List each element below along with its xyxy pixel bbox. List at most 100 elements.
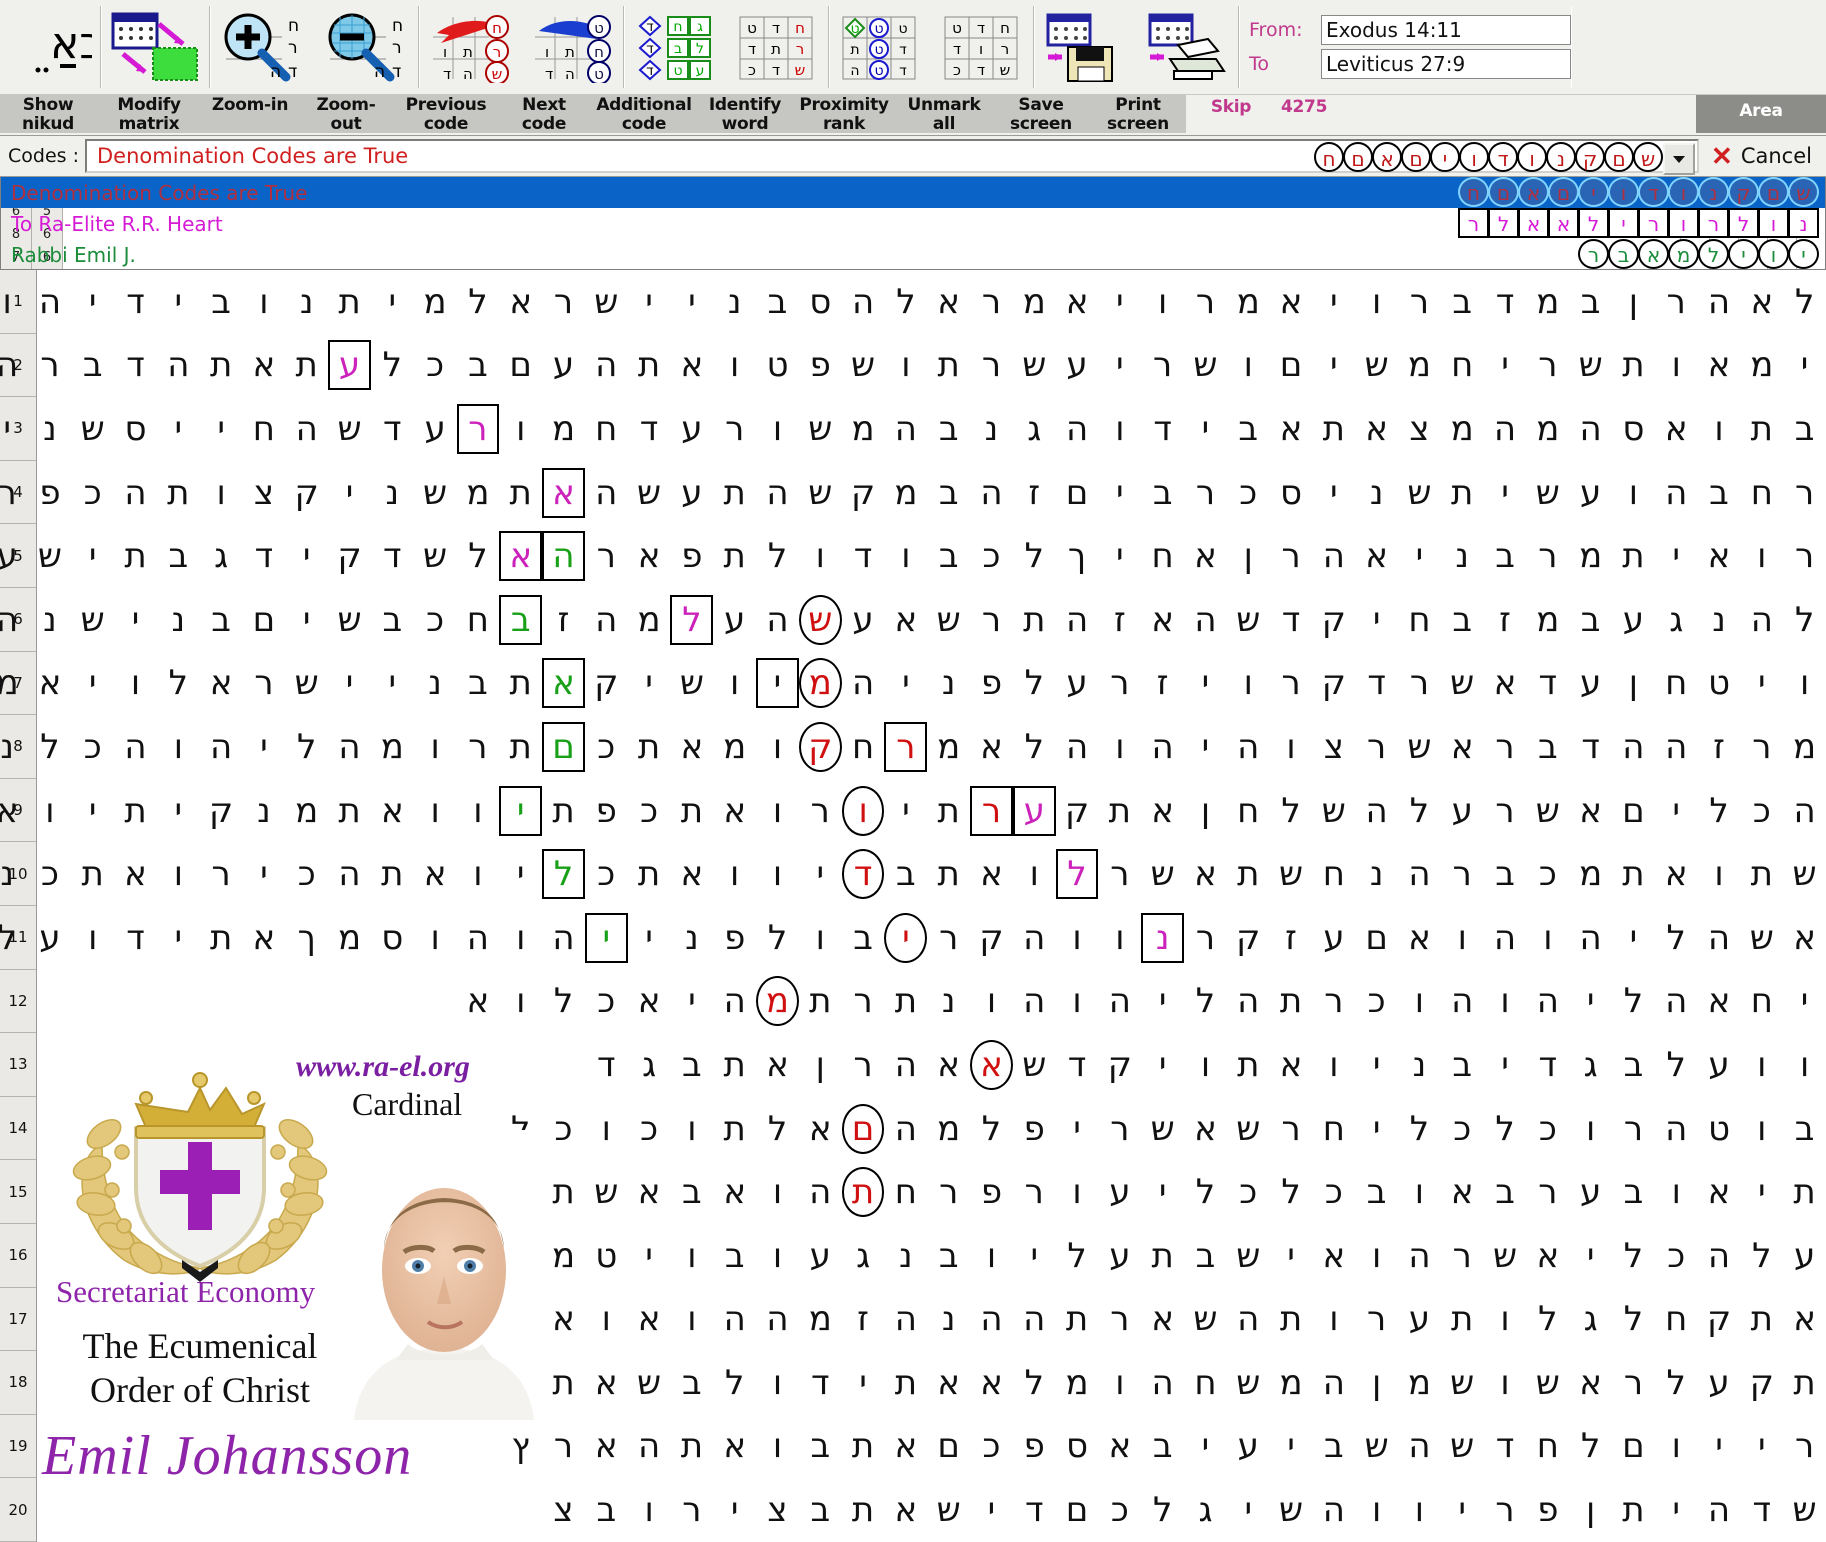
matrix-letter-cell[interactable]: ר bbox=[1484, 1482, 1527, 1538]
label-previous-code[interactable]: Previous code bbox=[394, 95, 498, 134]
matrix-letter-cell[interactable]: ת bbox=[1227, 846, 1270, 902]
matrix-letter-cell[interactable]: מ bbox=[285, 783, 328, 839]
matrix-letter-cell[interactable]: י bbox=[884, 783, 927, 839]
matrix-letter-cell[interactable]: ת bbox=[200, 337, 243, 393]
to-input[interactable]: Leviticus 27:9 bbox=[1321, 49, 1571, 79]
matrix-letter-cell[interactable]: ב bbox=[713, 1228, 756, 1284]
matrix-letter-cell[interactable]: ל bbox=[1055, 849, 1099, 900]
matrix-letter-cell[interactable]: ל bbox=[670, 594, 714, 645]
matrix-letter-cell[interactable]: י bbox=[970, 1482, 1013, 1538]
matrix-letter-cell[interactable]: ר bbox=[1484, 719, 1527, 775]
matrix-letter-cell[interactable]: ו bbox=[499, 910, 542, 966]
matrix-letter-cell[interactable]: ת bbox=[1783, 1355, 1826, 1411]
matrix-letter-cell[interactable]: ש bbox=[1355, 1418, 1398, 1474]
matrix-letter-cell[interactable]: ו bbox=[1441, 910, 1484, 966]
matrix-letter-cell[interactable]: ק bbox=[1312, 655, 1355, 711]
matrix-letter-cell[interactable]: ד bbox=[1526, 1037, 1569, 1093]
matrix-letter-cell[interactable]: ש bbox=[1141, 846, 1184, 902]
matrix-letter-cell[interactable]: א bbox=[1270, 401, 1313, 457]
matrix-letter-cell[interactable]: ם bbox=[1056, 1482, 1099, 1538]
matrix-letter-cell[interactable]: מ bbox=[628, 592, 671, 648]
matrix-letter-cell[interactable]: מ bbox=[1569, 528, 1612, 584]
matrix-letter-cell[interactable]: י bbox=[71, 274, 114, 330]
matrix-letter-cell[interactable]: מ bbox=[713, 719, 756, 775]
matrix-letter-cell[interactable]: ת bbox=[884, 1355, 927, 1411]
matrix-letter-cell[interactable]: ח bbox=[1655, 655, 1698, 711]
matrix-letter-cell[interactable]: ר bbox=[1783, 465, 1826, 521]
matrix-letter-cell[interactable]: ו bbox=[1783, 1037, 1826, 1093]
matrix-letter-cell[interactable]: נ bbox=[927, 973, 970, 1029]
matrix-letter-cell[interactable]: ב bbox=[1355, 1164, 1398, 1220]
matrix-letter-cell[interactable]: ר bbox=[1098, 846, 1141, 902]
matrix-letter-cell[interactable]: ר bbox=[585, 528, 628, 584]
matrix-letter-cell[interactable]: ו bbox=[884, 337, 927, 393]
additional-code-button[interactable]: דדד חג בל טע bbox=[624, 8, 726, 86]
matrix-letter-cell[interactable]: ה bbox=[585, 465, 628, 521]
matrix-letter-cell[interactable]: ד bbox=[114, 337, 157, 393]
matrix-letter-cell[interactable]: ל bbox=[285, 719, 328, 775]
matrix-letter-cell[interactable]: י bbox=[1484, 1037, 1527, 1093]
matrix-letter-cell[interactable]: ו bbox=[756, 1228, 799, 1284]
matrix-letter-cell[interactable]: י bbox=[1484, 337, 1527, 393]
matrix-letter-cell[interactable]: ל bbox=[1484, 1101, 1527, 1157]
matrix-letter-cell[interactable]: ד bbox=[371, 401, 414, 457]
matrix-letter-cell[interactable]: ע bbox=[414, 401, 457, 457]
matrix-letter-cell[interactable]: ר bbox=[1098, 655, 1141, 711]
matrix-letter-cell[interactable]: ד bbox=[114, 910, 157, 966]
matrix-letter-cell[interactable]: כ bbox=[29, 846, 72, 902]
matrix-letter-cell[interactable]: י bbox=[157, 910, 200, 966]
matrix-letter-cell[interactable]: ר bbox=[1612, 1355, 1655, 1411]
matrix-letter-cell[interactable]: ה bbox=[1655, 973, 1698, 1029]
matrix-letter-cell[interactable]: י bbox=[1398, 528, 1441, 584]
matrix-letter-cell[interactable]: א bbox=[1312, 1228, 1355, 1284]
matrix-letter-cell[interactable]: ח bbox=[585, 401, 628, 457]
from-input[interactable]: Exodus 14:11 bbox=[1321, 15, 1571, 45]
matrix-letter-cell[interactable]: ך bbox=[1056, 528, 1099, 584]
matrix-letter-cell[interactable]: ס bbox=[371, 910, 414, 966]
matrix-letter-cell[interactable]: ת bbox=[1612, 1482, 1655, 1538]
matrix-letter-cell[interactable]: ן bbox=[799, 1037, 842, 1093]
matrix-letter-cell[interactable]: י bbox=[1312, 465, 1355, 521]
matrix-letter-cell[interactable]: מ bbox=[927, 719, 970, 775]
matrix-letter-cell[interactable]: ב bbox=[1612, 1037, 1655, 1093]
matrix-letter-cell[interactable]: ע bbox=[328, 340, 371, 391]
matrix-letter-cell[interactable]: ש bbox=[414, 528, 457, 584]
matrix-letter-cell[interactable]: ב bbox=[1141, 465, 1184, 521]
matrix-letter-cell[interactable]: ה bbox=[1227, 973, 1270, 1029]
codes-dropdown-item[interactable]: Rabbi Emil J. ר ב א מ ל י ו י bbox=[1, 239, 1825, 270]
matrix-letter-cell[interactable]: ן bbox=[1227, 528, 1270, 584]
matrix-letter-cell[interactable]: ת bbox=[927, 846, 970, 902]
matrix-letter-cell[interactable]: ש bbox=[1013, 1037, 1056, 1093]
matrix-letter-cell[interactable]: ב bbox=[1441, 274, 1484, 330]
matrix-letter-cell[interactable]: א bbox=[1698, 1164, 1741, 1220]
cancel-button[interactable]: ✕ Cancel bbox=[1701, 143, 1826, 169]
matrix-letter-cell[interactable]: א bbox=[29, 655, 72, 711]
matrix-letter-cell[interactable]: מ bbox=[1398, 337, 1441, 393]
matrix-letter-cell[interactable]: ה bbox=[884, 401, 927, 457]
matrix-letter-cell[interactable]: ה bbox=[1013, 973, 1056, 1029]
matrix-letter-cell[interactable]: ק bbox=[1098, 1037, 1141, 1093]
matrix-letter-cell[interactable]: י bbox=[1569, 1228, 1612, 1284]
matrix-letter-cell[interactable]: י bbox=[1227, 1482, 1270, 1538]
matrix-letter-cell[interactable]: מ bbox=[884, 465, 927, 521]
matrix-letter-cell[interactable]: ק bbox=[1698, 1291, 1741, 1347]
matrix-letter-cell[interactable]: כ bbox=[970, 1418, 1013, 1474]
matrix-letter-cell[interactable]: ה bbox=[585, 592, 628, 648]
matrix-letter-cell[interactable]: ע bbox=[1569, 465, 1612, 521]
matrix-letter-cell[interactable]: ל bbox=[1740, 1228, 1783, 1284]
matrix-letter-cell[interactable]: ר bbox=[970, 785, 1013, 836]
matrix-letter-cell[interactable]: א bbox=[1056, 274, 1099, 330]
matrix-letter-cell[interactable]: ז bbox=[1270, 910, 1313, 966]
matrix-letter-cell[interactable]: ב bbox=[1227, 401, 1270, 457]
matrix-letter-cell[interactable]: נ bbox=[970, 401, 1013, 457]
matrix-letter-cell[interactable]: ל bbox=[970, 1101, 1013, 1157]
matrix-letter-cell[interactable]: ן bbox=[1612, 655, 1655, 711]
matrix-letter-cell[interactable]: א bbox=[1141, 783, 1184, 839]
matrix-letter-cell[interactable]: ל bbox=[542, 849, 585, 900]
matrix-letter-cell[interactable]: י bbox=[1184, 1418, 1227, 1474]
matrix-letter-cell[interactable]: ל bbox=[1783, 592, 1826, 648]
matrix-letter-cell[interactable]: ה bbox=[884, 1291, 927, 1347]
matrix-letter-cell[interactable]: ה bbox=[799, 1164, 842, 1220]
matrix-letter-cell[interactable]: א bbox=[542, 1291, 585, 1347]
matrix-letter-cell[interactable]: ת bbox=[713, 1037, 756, 1093]
